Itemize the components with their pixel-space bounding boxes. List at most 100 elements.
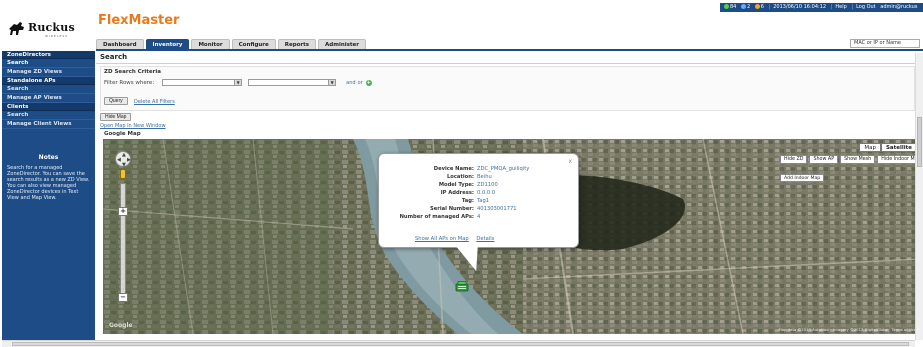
main-tabs: Dashboard Inventory Monitor Configure Re… <box>96 39 368 49</box>
or-link[interactable]: or <box>358 80 363 86</box>
google-logo: Google <box>109 322 133 329</box>
criteria-title: ZD Search Criteria <box>104 69 161 75</box>
and-link[interactable]: and <box>346 80 355 86</box>
delete-all-filters-link[interactable]: Delete All Filters <box>134 99 175 105</box>
open-map-new-window-link[interactable]: Open Map In New Window <box>100 123 166 129</box>
horizontal-scroll-thumb[interactable] <box>12 342 909 346</box>
street-view-pegman-icon[interactable] <box>120 169 126 179</box>
tab-inventory[interactable]: Inventory <box>145 39 190 49</box>
title-divider <box>96 63 919 64</box>
google-map[interactable]: ▲ ▼ ◀ ▶ + − Map Satellite Hide ZD Show A… <box>103 139 919 334</box>
details-link[interactable]: Details <box>476 236 494 242</box>
tab-administer[interactable]: Administer <box>318 39 367 49</box>
info-row: Number of managed APs: 4 <box>385 213 575 221</box>
horizontal-scrollbar[interactable] <box>2 340 915 347</box>
info-value: ZD1100 <box>477 182 498 188</box>
sidebar-item-manage-client-views[interactable]: Manage Client Views <box>2 120 95 129</box>
sidebar-item-zd-search[interactable]: Search <box>2 59 95 68</box>
tab-reports[interactable]: Reports <box>277 39 317 49</box>
info-links: Show All APs on Map Details <box>415 236 500 242</box>
hide-map-button[interactable]: Hide Map <box>100 113 132 121</box>
info-row: Model Type: ZD1100 <box>385 181 575 189</box>
count-green[interactable]: 84 <box>730 4 736 10</box>
sidebar-item-manage-ap-views[interactable]: Manage AP Views <box>2 94 95 103</box>
pan-control[interactable]: ▲ ▼ ◀ ▶ <box>115 151 131 168</box>
info-row: IP Address: 0.0.0.0 <box>385 189 575 197</box>
ruckus-dog-icon <box>9 22 24 35</box>
tab-configure[interactable]: Configure <box>231 39 276 49</box>
device-info-grid: Device Name: ZDC_PMQA_guiliqity Location:… <box>385 165 575 221</box>
filter-label: Filter Rows where: <box>104 79 155 86</box>
quick-search-input[interactable]: MAC or IP or Name <box>850 39 920 48</box>
pan-right-icon[interactable]: ▶ <box>127 157 131 163</box>
filter-row: Filter Rows where: ▼ ▼ and or + <box>104 79 372 86</box>
zoom-out-button[interactable]: − <box>118 293 128 302</box>
blue-status-icon <box>740 4 746 9</box>
dropdown-arrow-icon: ▼ <box>328 80 336 85</box>
show-all-aps-link[interactable]: Show All APs on Map <box>415 236 469 242</box>
info-key: Device Name: <box>433 166 474 172</box>
count-blue[interactable]: 2 <box>747 4 750 10</box>
zonedirector-marker-icon[interactable] <box>455 281 469 292</box>
dropdown-arrow-icon: ▼ <box>234 80 242 85</box>
logout-link[interactable]: Log Out <box>856 4 876 10</box>
sidebar-section-clients: Clients <box>2 103 95 111</box>
info-key: Tag: <box>461 198 474 204</box>
device-info-window: x Device Name: ZDC_PMQA_guiliqity Locatio… <box>378 153 579 248</box>
map-type-control: Map Satellite <box>859 143 917 152</box>
map-type-map-button[interactable]: Map <box>859 143 881 152</box>
info-key: Model Type: <box>438 182 474 188</box>
notes-title: Notes <box>38 154 59 161</box>
sidebar-item-client-search[interactable]: Search <box>2 111 95 120</box>
pan-down-icon[interactable]: ▼ <box>122 162 126 168</box>
show-mesh-button[interactable]: Show Mesh <box>840 155 876 164</box>
info-key: Location: <box>446 174 474 180</box>
close-icon[interactable]: x <box>568 158 572 165</box>
filter-field-select[interactable]: ▼ <box>162 79 243 86</box>
tab-dashboard[interactable]: Dashboard <box>96 39 144 49</box>
pan-left-icon[interactable]: ◀ <box>117 157 121 163</box>
info-key: Number of managed APs: <box>399 214 474 220</box>
app-title: FlexMaster <box>98 13 180 28</box>
sidebar-section-standalone-aps: Standalone APs <box>2 77 95 85</box>
sidebar: ZoneDirectors Search Manage ZD Views Sta… <box>2 51 95 340</box>
info-value: ZDC_PMQA_guiliqity <box>477 166 530 172</box>
sidebar-item-manage-zd-views[interactable]: Manage ZD Views <box>2 68 95 77</box>
tab-monitor[interactable]: Monitor <box>191 39 230 49</box>
info-row: Serial Number: 401303001771 <box>385 205 575 213</box>
page-title: Search <box>100 53 128 61</box>
show-ap-button[interactable]: Show AP <box>809 155 839 164</box>
orange-status-icon <box>754 4 760 9</box>
hide-zd-button[interactable]: Hide ZD <box>780 155 808 164</box>
pan-up-icon[interactable]: ▲ <box>122 152 126 158</box>
ruckus-logo: Ruckus WIRELESS <box>8 20 78 40</box>
logo-wordmark: Ruckus <box>28 21 75 34</box>
vertical-scrollbar[interactable] <box>915 53 923 340</box>
query-button[interactable]: Query <box>104 97 128 105</box>
search-criteria-panel: ZD Search Criteria Filter Rows where: ▼ … <box>100 66 915 111</box>
map-actions: Hide ZD Show AP Show Mesh Hide Indoor Ma… <box>780 155 919 164</box>
map-type-satellite-button[interactable]: Satellite <box>880 143 917 152</box>
info-value: 0.0.0.0 <box>477 190 496 196</box>
info-value: 401303001771 <box>477 206 517 212</box>
timestamp: 2013/06/10 16:04:12 <box>773 4 827 10</box>
flexmaster-window: Ruckus WIRELESS FlexMaster 84 2 6 | 2013/… <box>0 0 923 347</box>
hide-indoor-map-button[interactable]: Hide Indoor Map <box>877 155 919 164</box>
count-orange[interactable]: 6 <box>761 4 764 10</box>
user-name: admin@ruckus <box>880 4 918 10</box>
add-filter-icon[interactable]: + <box>365 79 372 86</box>
info-value: Tag1 <box>477 198 490 204</box>
add-indoor-map-button[interactable]: Add Indoor Map <box>780 174 825 182</box>
header: Ruckus WIRELESS FlexMaster 84 2 6 | 2013/… <box>0 0 923 49</box>
info-row: Tag: Tag1 <box>385 197 575 205</box>
help-link[interactable]: Help <box>835 4 846 10</box>
notes-text: Search for a managed ZoneDirector. You c… <box>7 165 90 201</box>
zoom-slider[interactable] <box>120 183 126 301</box>
logo-subtitle: WIRELESS <box>45 34 69 38</box>
sidebar-item-ap-search[interactable]: Search <box>2 85 95 94</box>
map-attribution[interactable]: Map data ©2013 AutoNavi · Imagery ©2013 … <box>779 327 916 332</box>
filter-value-select[interactable]: ▼ <box>248 79 337 86</box>
info-value: 4 <box>477 214 481 220</box>
vertical-scroll-thumb[interactable] <box>917 117 922 167</box>
zoom-in-button[interactable]: + <box>118 207 128 216</box>
